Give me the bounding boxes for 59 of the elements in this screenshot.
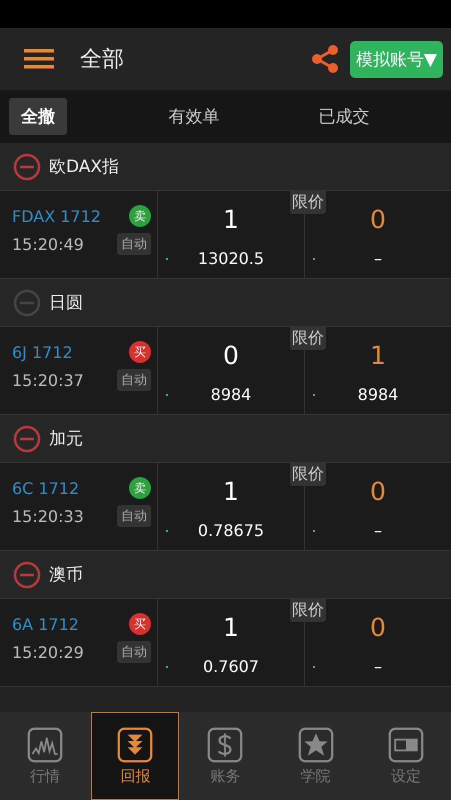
share-icon[interactable] (310, 44, 340, 74)
order-quantity: 1 (223, 205, 239, 236)
contract-symbol: 6J 1712 (12, 342, 73, 362)
group-header[interactable]: 日圆 (0, 279, 451, 327)
mode-tag: 自动 (117, 641, 151, 663)
column-header: 已成交 (318, 106, 370, 128)
toggle-icon (388, 726, 424, 762)
arrows-down-icon (117, 726, 154, 762)
minus-circle-icon[interactable] (13, 424, 41, 452)
tab[interactable]: 回报 (91, 712, 180, 800)
minus-circle-icon[interactable] (13, 288, 41, 316)
order-quantity: 1 (223, 613, 239, 644)
side-badge: 买 (129, 341, 151, 363)
price-type-tag: 限价 (290, 327, 326, 350)
column-header: 有效单 (168, 106, 220, 128)
side-badge: 买 (129, 613, 151, 635)
price-type-tag: 限价 (290, 599, 326, 622)
filled-price: – (374, 249, 382, 268)
order-price: 0.78675 (198, 521, 264, 540)
side-badge: 卖 (129, 477, 151, 499)
contract-symbol: FDAX 1712 (12, 206, 101, 226)
minus-circle-icon[interactable] (13, 560, 41, 588)
menu-icon[interactable] (24, 48, 54, 70)
filled-price: – (374, 657, 382, 676)
order-time: 15:20:37 (12, 370, 84, 390)
filled-quantity: 1 (370, 341, 386, 372)
order-quantity: 0 (223, 341, 239, 372)
order-price: 13020.5 (198, 249, 264, 268)
order-quantity: 1 (223, 477, 239, 508)
contract-symbol: 6A 1712 (12, 614, 79, 634)
filled-quantity: 0 (370, 477, 386, 508)
contract-symbol: 6C 1712 (12, 478, 80, 498)
group-header[interactable]: 澳币 (0, 551, 451, 599)
instrument-name: 日圆 (49, 292, 83, 314)
order-time: 15:20:29 (12, 642, 84, 662)
order-price: 8984 (210, 385, 252, 404)
filled-quantity: 0 (370, 613, 386, 644)
price-type-tag: 限价 (290, 191, 326, 214)
instrument-name: 加元 (49, 428, 83, 450)
cancel-all-button[interactable]: 全撤 (9, 98, 67, 135)
group-header[interactable]: 加元 (0, 415, 451, 463)
order-time: 15:20:33 (12, 506, 84, 526)
order-time: 15:20:49 (12, 234, 84, 254)
instrument-name: 澳币 (49, 564, 83, 586)
group-header[interactable]: 欧DAX指 (0, 143, 451, 191)
dollar-icon (207, 726, 244, 762)
mode-tag: 自动 (117, 233, 151, 255)
instrument-name: 欧DAX指 (49, 156, 120, 178)
mode-tag: 自动 (117, 369, 151, 391)
minus-circle-icon[interactable] (13, 152, 41, 180)
order-price: 0.7607 (203, 657, 259, 676)
filled-price: – (374, 521, 382, 540)
filled-quantity: 0 (370, 205, 386, 236)
page-title: 全部 (80, 46, 125, 74)
filled-price: 8984 (358, 385, 398, 404)
price-type-tag: 限价 (290, 463, 326, 486)
side-badge: 卖 (129, 205, 151, 227)
mode-tag: 自动 (117, 505, 151, 527)
chart-icon (27, 726, 64, 762)
